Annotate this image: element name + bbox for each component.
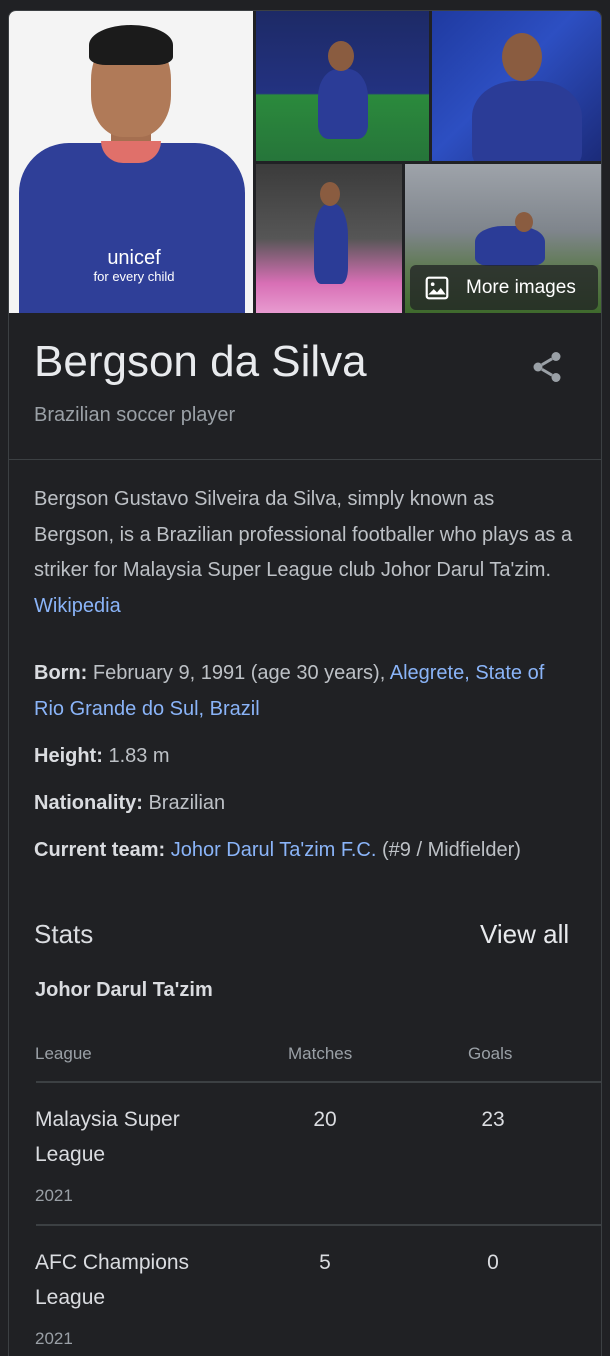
image-icon — [425, 276, 449, 299]
more-images-button[interactable]: More images — [410, 265, 598, 310]
player-head — [502, 33, 542, 81]
fact-label: Current team: — [34, 839, 166, 861]
divider — [9, 459, 601, 460]
fact-nationality: Nationality: Brazilian — [34, 786, 579, 822]
fact-current-team: Current team: Johor Darul Ta'zim F.C. (#… — [34, 833, 579, 869]
stats-heading: Stats — [34, 919, 94, 949]
hair — [89, 25, 173, 65]
entity-title: Bergson da Silva — [34, 337, 367, 386]
fact-label: Born: — [34, 662, 88, 684]
fact-value: (#9 / Midfielder) — [382, 839, 521, 861]
column-header-goals: Goals — [468, 1044, 513, 1063]
view-all-link[interactable]: View all — [480, 919, 569, 950]
jersey — [19, 143, 245, 313]
row-league: AFC Champions League — [35, 1251, 190, 1309]
row-matches: 20 — [313, 1108, 337, 1131]
player-photo-celebration[interactable] — [256, 164, 402, 313]
player-figure — [472, 81, 582, 161]
more-images-label: More images — [466, 276, 576, 298]
fact-label: Nationality: — [34, 792, 143, 814]
fact-value: Brazilian — [148, 792, 226, 814]
player-head — [320, 182, 340, 206]
column-header-matches: Matches — [288, 1044, 353, 1063]
table-divider — [36, 1081, 601, 1083]
fact-value: February 9, 1991 (age 30 years), — [92, 662, 386, 684]
row-matches: 5 — [319, 1251, 331, 1274]
row-goals: 0 — [487, 1251, 499, 1274]
column-header-league: League — [35, 1044, 92, 1063]
sponsor-sub-text: for every child — [93, 269, 175, 284]
fact-label: Height: — [34, 745, 103, 767]
row-goals: 23 — [481, 1108, 505, 1131]
stats-team-name: Johor Darul Ta'zim — [35, 979, 213, 1001]
player-head — [515, 212, 533, 232]
sponsor-main-text: unicef — [107, 247, 161, 269]
fact-born: Born: February 9, 1991 (age 30 years), A… — [34, 656, 579, 727]
table-divider — [36, 1224, 601, 1226]
fact-value: 1.83 m — [108, 745, 170, 767]
player-figure — [318, 69, 368, 139]
player-photo-kneeling[interactable] — [256, 11, 429, 161]
wikipedia-link[interactable]: Wikipedia — [34, 595, 121, 617]
player-portrait-image[interactable]: unicef for every child — [9, 11, 253, 313]
description: Bergson Gustavo Silveira da Silva, simpl… — [34, 482, 579, 624]
player-figure — [314, 204, 348, 284]
entity-subtitle: Brazilian soccer player — [34, 404, 236, 426]
share-icon[interactable] — [529, 349, 565, 385]
knowledge-panel: unicef for every child More images Bergs… — [8, 10, 602, 1356]
image-mosaic: unicef for every child More images — [9, 11, 601, 313]
row-year: 2021 — [35, 1329, 73, 1348]
fact-height: Height: 1.83 m — [34, 739, 579, 775]
player-figure — [475, 226, 545, 266]
player-photo-heart[interactable] — [432, 11, 601, 161]
description-text: Bergson Gustavo Silveira da Silva, simpl… — [34, 488, 573, 581]
player-head — [328, 41, 354, 71]
jersey-sponsor: unicef for every child — [79, 247, 189, 285]
team-link[interactable]: Johor Darul Ta'zim F.C. — [171, 839, 377, 861]
row-year: 2021 — [35, 1186, 73, 1205]
row-league: Malaysia Super League — [35, 1108, 180, 1166]
